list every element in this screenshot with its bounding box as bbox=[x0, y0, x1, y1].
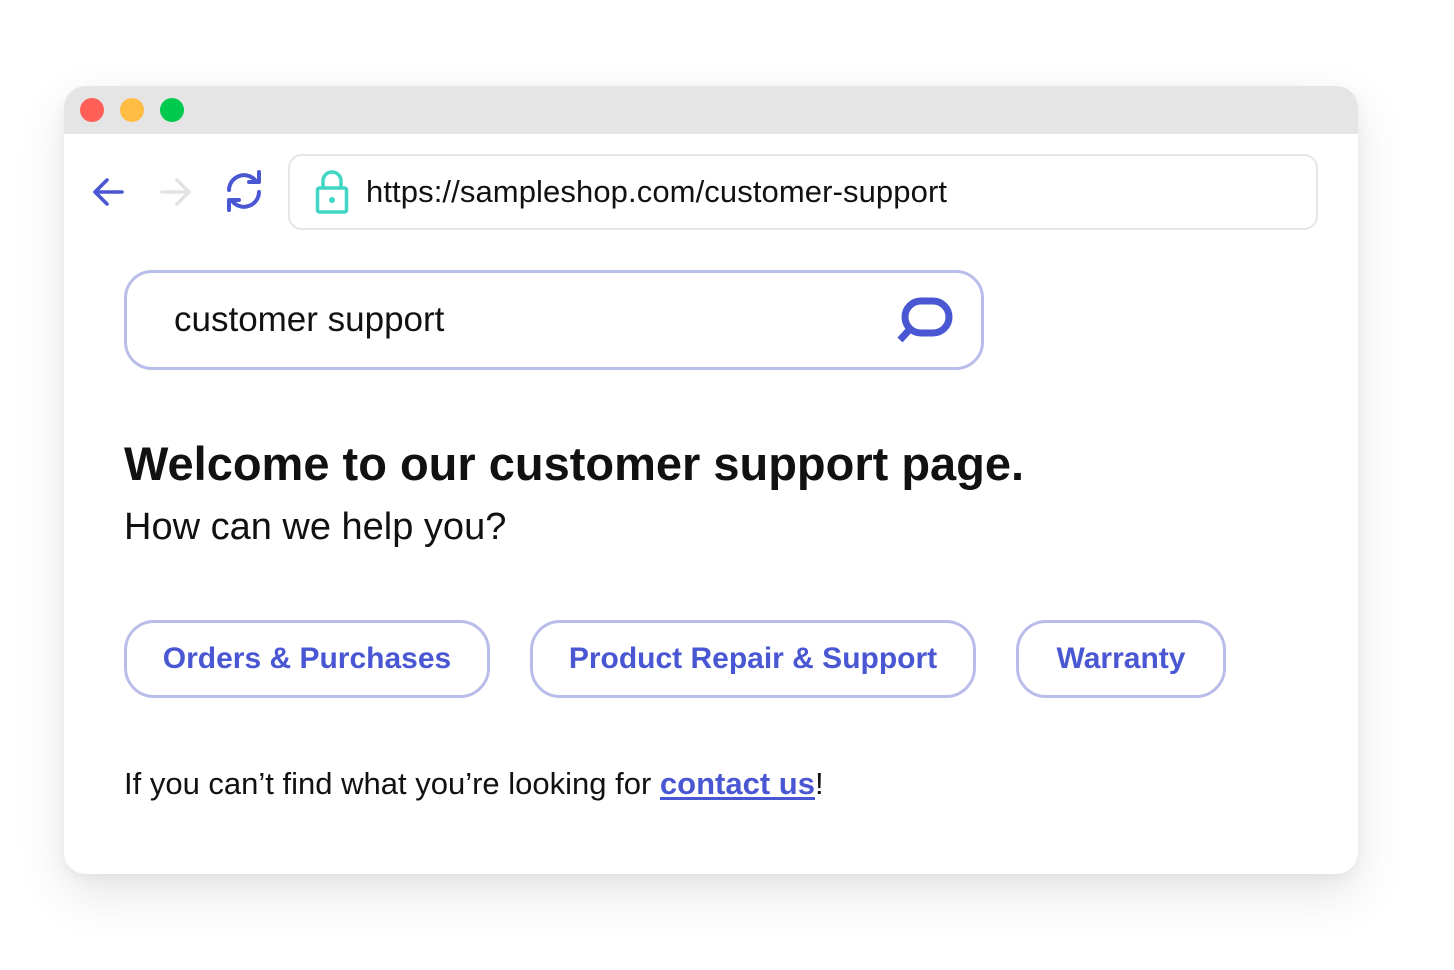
maximize-window-button[interactable] bbox=[160, 98, 184, 122]
topic-orders-purchases-button[interactable]: Orders & Purchases bbox=[124, 620, 490, 698]
contact-prompt-suffix: ! bbox=[814, 766, 824, 801]
browser-window: https://sampleshop.com/customer-support … bbox=[64, 86, 1358, 874]
contact-prompt-text: If you can’t find what you’re looking fo… bbox=[124, 766, 660, 801]
reload-button[interactable] bbox=[222, 169, 266, 213]
contact-prompt: If you can’t find what you’re looking fo… bbox=[124, 766, 824, 802]
topic-product-repair-support-button[interactable]: Product Repair & Support bbox=[530, 620, 976, 698]
forward-button[interactable] bbox=[154, 170, 198, 214]
back-button[interactable] bbox=[86, 170, 130, 214]
search-box bbox=[124, 270, 984, 370]
page-heading: Welcome to our customer support page. bbox=[124, 437, 1025, 490]
close-window-button[interactable] bbox=[80, 98, 104, 122]
lock-icon bbox=[314, 170, 350, 214]
page-subheading: How can we help you? bbox=[124, 506, 507, 548]
title-bar bbox=[64, 86, 1358, 134]
search-input[interactable] bbox=[174, 300, 854, 340]
url-text[interactable]: https://sampleshop.com/customer-support bbox=[366, 174, 947, 210]
refresh-icon bbox=[227, 170, 261, 212]
arrow-right-icon bbox=[160, 178, 191, 206]
arrow-left-icon bbox=[93, 178, 124, 206]
contact-us-link[interactable]: contact us bbox=[660, 766, 815, 801]
minimize-window-button[interactable] bbox=[120, 98, 144, 122]
topic-warranty-button[interactable]: Warranty bbox=[1016, 620, 1226, 698]
search-icon bbox=[897, 297, 953, 343]
search-button[interactable] bbox=[893, 295, 955, 347]
address-bar[interactable]: https://sampleshop.com/customer-support bbox=[288, 154, 1318, 230]
